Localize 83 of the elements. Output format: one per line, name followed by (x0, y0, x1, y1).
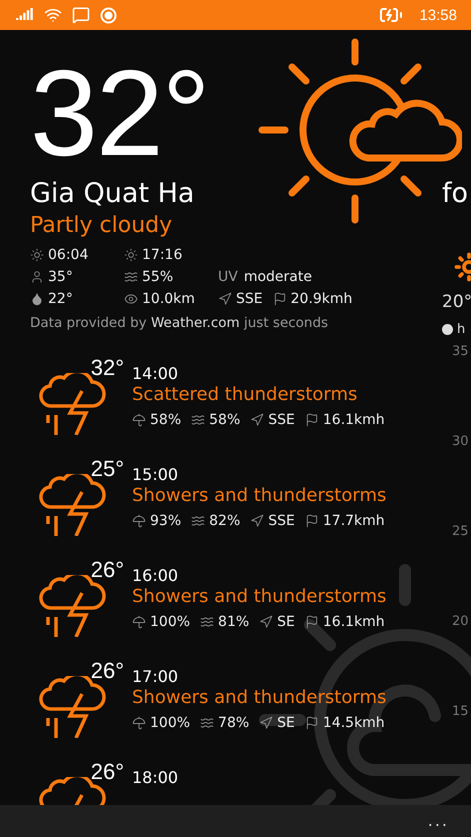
flag-icon (304, 514, 319, 528)
axis-label: 15 (452, 703, 469, 721)
humidity-value: 78% (218, 715, 250, 732)
humidity-value: 58% (209, 412, 240, 428)
hour-time: 16:00 (132, 567, 178, 585)
more-button[interactable]: ... (424, 813, 453, 829)
record-icon (100, 6, 117, 24)
axis-label: 30 (452, 433, 469, 451)
sunrise-icon (30, 248, 44, 262)
wifi-icon (44, 6, 62, 24)
flag-icon (304, 413, 319, 428)
humidity-icon (124, 270, 138, 284)
humidity-icon (200, 716, 214, 730)
umbrella-icon (132, 615, 146, 630)
direction-icon (218, 292, 232, 306)
axis-label: 25 (452, 523, 469, 541)
wind-direction: SSE (268, 412, 295, 428)
uv-value: moderate (244, 269, 312, 285)
forecast-title: fo (442, 180, 468, 207)
direction-icon (259, 716, 274, 730)
humidity-icon (191, 413, 206, 428)
umbrella-icon (132, 716, 146, 730)
eye-icon (124, 292, 138, 306)
direction-icon (259, 615, 274, 630)
direction-icon (250, 514, 264, 528)
feels-like-value: 35° (48, 269, 73, 285)
hour-time: 14:00 (132, 365, 178, 383)
hour-temperature: 26° (90, 660, 124, 682)
wind-direction: SSE (268, 513, 295, 530)
flag-icon (272, 292, 287, 306)
precip-value: 58% (150, 412, 182, 428)
wind-speed: 16.1kmh (322, 614, 385, 630)
humidity-value: 81% (218, 614, 250, 630)
condition-text: Partly cloudy (30, 215, 172, 237)
person-icon (30, 270, 44, 284)
humidity-icon (200, 615, 214, 630)
precip-value: 100% (150, 715, 190, 732)
wind-direction: SSE (236, 291, 263, 307)
hour-condition: Showers and thunderstorms (132, 586, 386, 608)
clock-time: 13:58 (419, 6, 457, 24)
hour-condition: Showers and thunderstorms (132, 686, 386, 710)
legend-dot (442, 324, 453, 335)
humidity-value: 82% (209, 513, 240, 530)
sunset-time: 17:16 (142, 247, 182, 263)
direction-icon (250, 413, 264, 428)
flag-icon (304, 716, 319, 730)
wind-speed: 16.1kmh (322, 412, 385, 428)
hour-temperature: 26° (90, 761, 124, 783)
humidity-icon (191, 514, 206, 528)
hour-temperature: 32° (90, 357, 124, 379)
axis-label: 20 (452, 613, 469, 631)
message-icon (72, 6, 90, 24)
visibility-value: 10.0km (142, 291, 195, 307)
hour-temperature: 25° (90, 458, 124, 480)
axis-label: 35 (452, 343, 469, 361)
wind-speed: 17.7kmh (322, 513, 385, 530)
signal-icon (16, 8, 34, 22)
drop-icon (30, 292, 44, 306)
precip-value: 93% (150, 513, 182, 530)
flag-icon (304, 615, 319, 630)
location-name: Gia Quat Ha (30, 180, 194, 207)
wind-speed: 14.5kmh (322, 715, 385, 732)
humidity-value: 55% (142, 269, 174, 285)
forecast-temperature: 20° (442, 292, 471, 312)
wind-speed: 20.9kmh (290, 291, 352, 307)
hour-condition: Showers and thunderstorms (132, 484, 386, 508)
legend-label: h (457, 322, 466, 337)
hour-temperature: 26° (90, 559, 124, 581)
sunrise-time: 06:04 (48, 247, 88, 263)
attribution-text: Data provided by Weather.com just seconds (30, 315, 328, 331)
dew-point-value: 22° (48, 291, 73, 307)
hour-time: 18:00 (132, 769, 178, 787)
wind-direction: SE (277, 614, 295, 630)
current-temperature: 32° (30, 52, 208, 174)
sunset-icon (124, 248, 138, 262)
umbrella-icon (132, 514, 146, 528)
uv-label: UV (218, 269, 238, 285)
hour-time: 15:00 (132, 466, 178, 484)
hour-condition: Scattered thunderstorms (132, 384, 358, 406)
wind-direction: SE (277, 715, 295, 732)
hour-time: 17:00 (132, 668, 178, 686)
umbrella-icon (132, 413, 146, 428)
precip-value: 100% (150, 614, 190, 630)
